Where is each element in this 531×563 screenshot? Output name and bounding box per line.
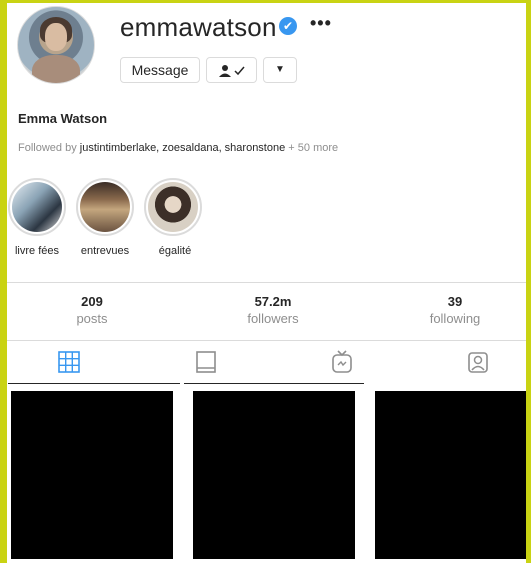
igtv-icon	[330, 350, 354, 378]
post-thumbnail[interactable]	[193, 391, 355, 559]
profile-full-name: Emma Watson	[18, 111, 108, 126]
tab-igtv[interactable]	[330, 350, 354, 374]
stat-label: following	[429, 311, 481, 326]
ellipsis-icon[interactable]: •••	[310, 13, 332, 34]
tab-feed[interactable]	[194, 350, 218, 374]
person-check-icon	[218, 62, 246, 77]
stat-posts: 209 posts	[32, 294, 152, 326]
avatar-face-shape	[45, 23, 67, 51]
followed-by-names[interactable]: justintimberlake, zoesaldana, sharonston…	[80, 142, 285, 154]
highlight-cover-image	[12, 182, 62, 232]
followed-by-text[interactable]: Followed by justintimberlake, zoesaldana…	[18, 142, 338, 154]
suggestions-dropdown-button[interactable]: ▼	[263, 57, 297, 83]
highlight-cover-image	[148, 182, 198, 232]
highlight-egalite[interactable]	[144, 178, 202, 236]
highlight-label[interactable]: entrevues	[70, 245, 140, 257]
verified-badge-icon: ✔	[279, 17, 297, 35]
frame-border-left	[0, 0, 7, 563]
divider	[7, 282, 526, 283]
message-button[interactable]: Message	[120, 57, 200, 83]
caret-down-icon: ▼	[275, 64, 285, 75]
stat-following[interactable]: 39 following	[395, 294, 515, 326]
followed-by-prefix: Followed by	[18, 142, 77, 154]
stat-followers[interactable]: 57.2m followers	[213, 294, 333, 326]
stat-value: 39	[447, 294, 463, 309]
followed-by-more[interactable]: + 50 more	[288, 142, 338, 154]
profile-avatar[interactable]	[17, 6, 95, 84]
tab-divider-line	[8, 383, 180, 384]
divider	[7, 340, 526, 341]
grid-icon	[57, 351, 81, 378]
tab-posts-grid[interactable]	[57, 350, 81, 374]
highlight-cover-image	[80, 182, 130, 232]
frame-border-right	[526, 0, 531, 563]
tab-divider-line	[184, 383, 364, 384]
frame-border-top	[0, 0, 531, 3]
stat-value: 57.2m	[254, 294, 292, 309]
tab-tagged[interactable]	[466, 350, 490, 374]
following-toggle-button[interactable]	[206, 57, 257, 83]
stat-value: 209	[81, 294, 103, 309]
post-thumbnail[interactable]	[11, 391, 173, 559]
highlight-livre-fees[interactable]	[8, 178, 66, 236]
avatar-body-shape	[32, 55, 80, 83]
post-thumbnail[interactable]	[375, 391, 526, 559]
tv-frame-icon	[194, 351, 218, 378]
stat-label: followers	[247, 311, 299, 326]
profile-username: emmawatson	[120, 12, 277, 42]
stat-label: posts	[76, 311, 108, 326]
highlight-label[interactable]: égalité	[140, 245, 210, 257]
highlight-label[interactable]: livre fées	[2, 245, 72, 257]
highlight-entrevues[interactable]	[76, 178, 134, 236]
tagged-person-icon	[466, 352, 490, 378]
